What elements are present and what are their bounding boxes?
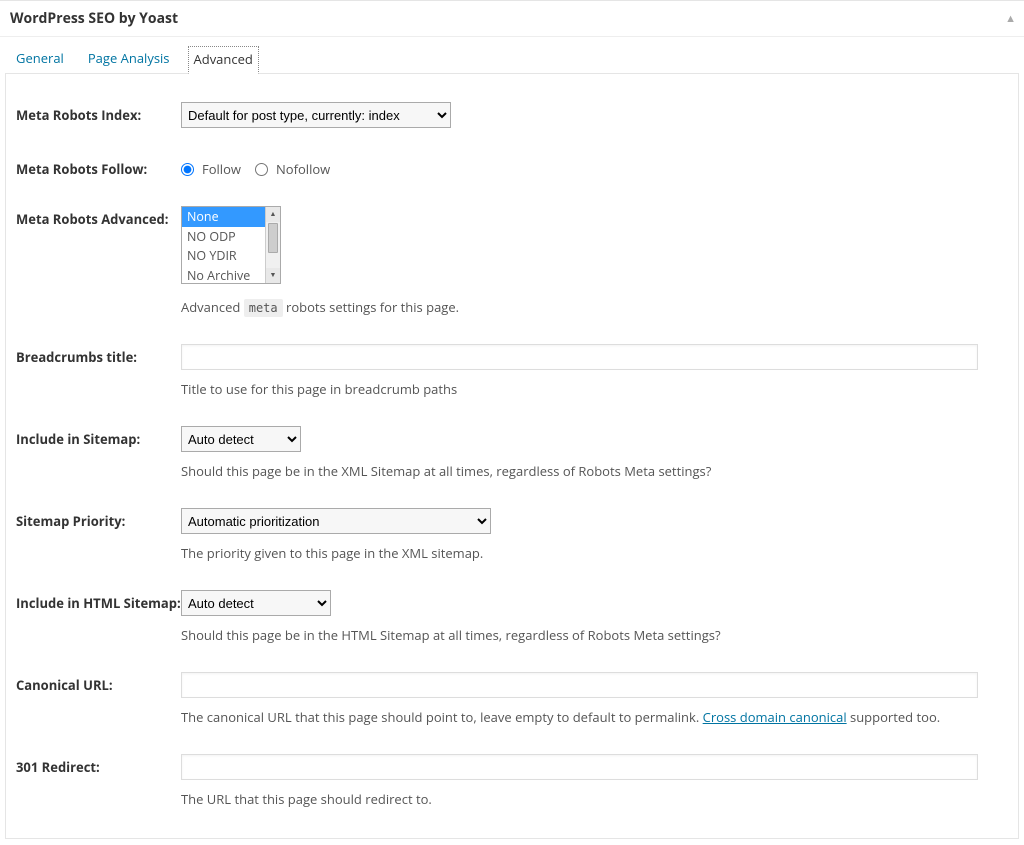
label-meta-robots-advanced: Meta Robots Advanced:: [16, 206, 181, 228]
label-canonical-url: Canonical URL:: [16, 672, 181, 694]
label-meta-robots-follow: Meta Robots Follow:: [16, 156, 181, 178]
help-meta-robots-advanced: Advanced meta robots settings for this p…: [181, 298, 978, 316]
label-breadcrumbs-title: Breadcrumbs title:: [16, 344, 181, 366]
multiselect-meta-robots-advanced[interactable]: None NO ODP NO YDIR No Archive ▲ ▼: [181, 206, 281, 284]
help-sitemap-priority: The priority given to this page in the X…: [181, 544, 978, 562]
tab-general[interactable]: General: [10, 45, 70, 73]
help-include-sitemap: Should this page be in the XML Sitemap a…: [181, 462, 978, 480]
metabox-header: WordPress SEO by Yoast ▲: [0, 1, 1024, 37]
radio-nofollow[interactable]: [255, 163, 268, 176]
row-sitemap-priority: Sitemap Priority: Automatic prioritizati…: [16, 490, 1008, 572]
row-meta-robots-follow: Meta Robots Follow: Follow Nofollow: [16, 138, 1008, 188]
help-breadcrumbs-title: Title to use for this page in breadcrumb…: [181, 380, 978, 398]
radio-follow-label[interactable]: Follow: [202, 160, 241, 178]
label-include-sitemap: Include in Sitemap:: [16, 426, 181, 448]
help-canonical-url: The canonical URL that this page should …: [181, 708, 978, 726]
scrollbar[interactable]: ▲ ▼: [265, 207, 280, 283]
row-include-html-sitemap: Include in HTML Sitemap: Auto detect Sho…: [16, 572, 1008, 654]
select-meta-robots-index[interactable]: Default for post type, currently: index: [181, 102, 451, 128]
radio-nofollow-label[interactable]: Nofollow: [276, 160, 330, 178]
row-meta-robots-advanced: Meta Robots Advanced: None NO ODP NO YDI…: [16, 188, 1008, 326]
select-include-html-sitemap[interactable]: Auto detect: [181, 590, 331, 616]
radio-group-follow: Follow Nofollow: [181, 156, 978, 178]
select-include-sitemap[interactable]: Auto detect: [181, 426, 301, 452]
label-meta-robots-index: Meta Robots Index:: [16, 102, 181, 124]
row-301-redirect: 301 Redirect: The URL that this page sho…: [16, 736, 1008, 818]
input-301-redirect[interactable]: [181, 754, 978, 780]
select-sitemap-priority[interactable]: Automatic prioritization: [181, 508, 491, 534]
help-301-redirect: The URL that this page should redirect t…: [181, 790, 978, 808]
tab-bar: General Page Analysis Advanced: [0, 37, 1024, 73]
scroll-thumb[interactable]: [268, 223, 278, 253]
row-include-sitemap: Include in Sitemap: Auto detect Should t…: [16, 408, 1008, 490]
advanced-panel: Meta Robots Index: Default for post type…: [5, 73, 1019, 839]
yoast-seo-metabox: WordPress SEO by Yoast ▲ General Page An…: [0, 0, 1024, 839]
tab-page-analysis[interactable]: Page Analysis: [82, 45, 176, 73]
row-breadcrumbs-title: Breadcrumbs title: Title to use for this…: [16, 326, 1008, 408]
metabox-title: WordPress SEO by Yoast: [10, 9, 1014, 28]
row-meta-robots-index: Meta Robots Index: Default for post type…: [16, 84, 1008, 138]
scroll-up-icon[interactable]: ▲: [266, 207, 280, 222]
input-canonical-url[interactable]: [181, 672, 978, 698]
scroll-down-icon[interactable]: ▼: [266, 268, 280, 283]
input-breadcrumbs-title[interactable]: [181, 344, 978, 370]
radio-follow[interactable]: [181, 163, 194, 176]
label-sitemap-priority: Sitemap Priority:: [16, 508, 181, 530]
label-include-html-sitemap: Include in HTML Sitemap:: [16, 590, 181, 612]
metabox-toggle-icon[interactable]: ▲: [1005, 11, 1016, 26]
link-cross-domain-canonical[interactable]: Cross domain canonical: [703, 708, 847, 726]
tab-advanced[interactable]: Advanced: [188, 46, 259, 74]
label-301-redirect: 301 Redirect:: [16, 754, 181, 776]
row-canonical-url: Canonical URL: The canonical URL that th…: [16, 654, 1008, 736]
help-include-html-sitemap: Should this page be in the HTML Sitemap …: [181, 626, 978, 644]
